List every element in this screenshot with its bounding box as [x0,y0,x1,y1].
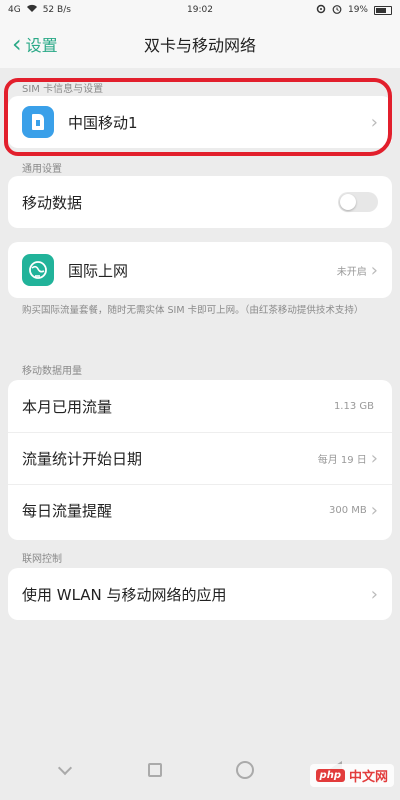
roaming-note: 购买国际流量套餐，随时无需实体 SIM 卡即可上网。（由红茶移动提供技术支持） [22,305,364,316]
roaming-status: 未开启 [336,266,367,278]
wlan-apps-label: 使用 WLAN 与移动网络的应用 [22,585,227,604]
sim-card-icon [22,106,54,138]
data-usage-group: 本月已用流量 1.13 GB 流量统计开始日期 每月 19 日 › 每日流量提醒… [8,380,392,540]
status-left: 4G 52 B/s [8,4,158,16]
sim-row-label: 中国移动1 [68,113,138,132]
status-bar: 4G 52 B/s 19:02 19% [0,0,400,20]
daily-reminder-label: 每日流量提醒 [22,502,113,520]
roaming-row[interactable]: 国际上网 未开启 › [8,242,392,298]
alarm-icon [332,4,342,17]
watermark: php 中文网 [309,764,394,787]
data-rate: 52 B/s [42,5,71,15]
signal-label: 4G [8,5,21,15]
general-group: 移动数据 [8,176,392,228]
nav-hide-button[interactable] [45,750,85,790]
section-label-general: 通用设置 [22,164,62,175]
chevron-down-icon [57,760,73,776]
mobile-data-label: 移动数据 [22,193,83,212]
battery-percent: 19% [347,5,368,15]
monthly-usage-row[interactable]: 本月已用流量 1.13 GB [8,380,392,432]
roaming-group: 国际上网 未开启 › [8,242,392,298]
clock: 19:02 [187,5,213,15]
mobile-data-toggle[interactable] [338,192,378,212]
settings-gear-icon [316,4,326,17]
chevron-left-icon: ‹ [12,30,22,58]
nav-recent-button[interactable] [135,750,175,790]
mobile-data-row: 移动数据 [8,176,392,228]
chevron-right-icon: › [370,500,378,521]
battery-icon [374,5,392,15]
sim-card-group: 中国移动1 › [8,96,392,148]
sim-row-china-mobile[interactable]: 中国移动1 › [8,96,392,148]
page-title: 双卡与移动网络 [143,36,256,55]
back-button[interactable]: ‹ 设置 [0,32,58,56]
chevron-right-icon: › [370,111,378,133]
watermark-badge: php [315,769,345,782]
status-right: 19% [242,4,392,17]
daily-reminder-value: 300 MB [329,505,367,516]
network-control-group: 使用 WLAN 与移动网络的应用 › [8,568,392,620]
daily-reminder-row[interactable]: 每日流量提醒 300 MB › [8,484,392,536]
chevron-right-icon: › [370,259,378,281]
wlan-apps-row[interactable]: 使用 WLAN 与移动网络的应用 › [8,568,392,620]
square-icon [148,763,162,777]
roaming-label: 国际上网 [68,261,129,280]
start-date-label: 流量统计开始日期 [22,450,143,468]
circle-icon [236,761,254,779]
section-label-data-usage: 移动数据用量 [22,366,82,377]
watermark-text: 中文网 [348,770,388,785]
back-label: 设置 [25,36,58,55]
chevron-right-icon: › [370,448,378,469]
monthly-usage-value: 1.13 GB [333,400,374,412]
wifi-icon [26,4,38,16]
section-label-sim-info: SIM 卡信息与设置 [22,84,104,95]
nav-home-button[interactable] [225,750,265,790]
title-bar: ‹ 设置 双卡与移动网络 [0,20,400,68]
globe-icon [22,254,54,286]
monthly-usage-label: 本月已用流量 [22,397,113,416]
start-date-value: 每月 19 日 [317,455,367,466]
section-label-network-control: 联网控制 [22,554,62,565]
start-date-row[interactable]: 流量统计开始日期 每月 19 日 › [8,432,392,484]
chevron-right-icon: › [370,583,378,605]
